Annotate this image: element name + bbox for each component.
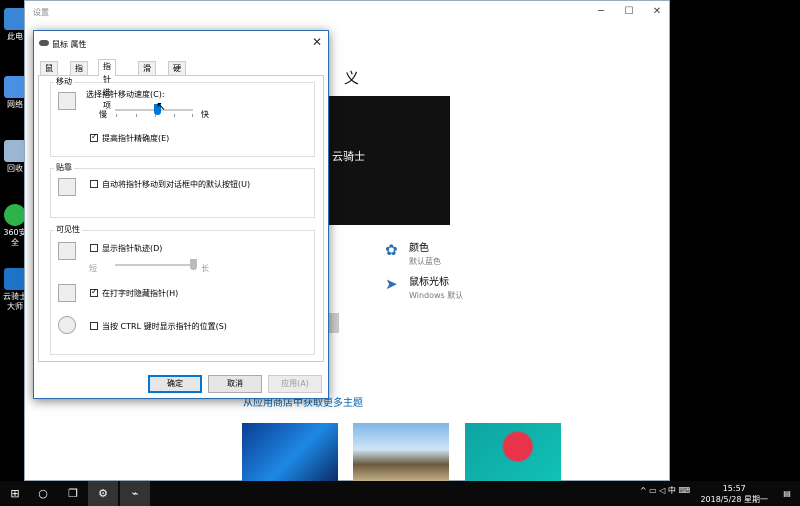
recycle-bin-icon [4,140,26,162]
slider-tick [155,114,156,117]
color-option[interactable]: ✿ 颜色 默认蓝色 [385,239,441,267]
snap-label[interactable]: 自动将指针移动到对话框中的默认按钮(U) [102,179,250,190]
dialog-title: 鼠标 属性 [52,40,87,49]
taskbar: ⊞ ○ ❐ ⚙ ⌁ ^ ▭ ◁ 中 ⌨ 15:57 2018/5/28 星期一 … [0,481,800,506]
tab-hardware[interactable]: 硬件 [168,61,186,86]
pointer-options-panel: 移动 选择指针移动速度(C): 慢 快 提高指针精确度(E) 贴靠 自动将指针移… [38,75,324,362]
desktop-icon-label: 此电 [7,32,23,41]
task-view-icon[interactable]: ❐ [58,481,88,506]
trail-slider-thumb[interactable] [189,259,197,270]
keyboard-icon[interactable]: ⌨ [678,486,690,495]
volume-icon[interactable]: ◁ [659,486,665,495]
pointer-trails-icon [58,242,76,260]
hide-pointer-icon [58,284,76,302]
slider-tick [174,114,175,117]
theme-thumbnail-windows[interactable] [242,423,338,482]
ctrl-show-location-checkbox[interactable] [90,322,98,330]
short-label: 短 [89,264,97,273]
preview-brand: 云骑士 [332,150,365,163]
cancel-button[interactable]: 取消 [208,375,262,393]
minimize-button[interactable]: ─ [587,4,615,20]
close-button[interactable]: ✕ [643,4,671,20]
option-value: Windows 默认 [409,291,464,300]
tab-buttons[interactable]: 鼠标键 [40,61,58,99]
slider-tick [192,114,193,117]
tab-wheel[interactable]: 滑轮 [138,61,156,86]
network-icon[interactable]: ▭ [649,486,657,495]
yunqishi-icon [4,268,26,290]
option-name: 鼠标光标 [409,277,449,288]
mouse-icon [39,40,49,46]
desktop-icon-label: 回收 [7,164,23,173]
hide-while-typing-checkbox[interactable] [90,287,98,297]
snap-group [50,168,315,218]
ctrl-show-location-label[interactable]: 当按 CTRL 键时显示指针的位置(S) [102,321,227,332]
snap-to-icon [58,178,76,196]
apply-button[interactable]: 应用(A) [268,375,322,393]
clock-time: 15:57 [722,484,746,493]
option-name: 颜色 [409,243,429,254]
start-button[interactable]: ⊞ [0,481,30,506]
taskbar-clock[interactable]: 15:57 2018/5/28 星期一 [700,483,768,505]
palette-icon: ✿ [385,241,398,259]
360-security-icon [4,204,26,226]
slider-tick [136,114,137,117]
cursor-option[interactable]: ➤ 鼠标光标 Windows 默认 [385,273,464,301]
settings-titlebar: 设置 ─ ☐ ✕ [25,1,669,23]
trails-checkbox[interactable] [90,244,98,252]
settings-taskbar-icon[interactable]: ⚙ [88,481,118,506]
clock-date: 2018/5/28 星期一 [700,495,768,504]
mouse-cursor-icon: ↖ [156,99,167,113]
speed-label: 选择指针移动速度(C): [86,90,165,99]
tab-pointers[interactable]: 指针 [70,61,88,86]
trails-label[interactable]: 显示指针轨迹(D) [102,243,162,254]
precision-label[interactable]: 提高指针精确度(E) [102,133,169,144]
system-tray: ^ ▭ ◁ 中 ⌨ [640,485,690,496]
ctrl-locate-icon [58,316,76,334]
hide-while-typing-label[interactable]: 在打字时隐藏指针(H) [102,288,178,299]
theme-thumbnail-flower[interactable] [465,423,561,482]
theme-title: 义 [344,69,360,87]
snap-group-label: 贴靠 [54,162,74,173]
trail-slider-track[interactable] [115,264,193,266]
desktop-icon-label: 网络 [7,100,23,109]
ok-button[interactable]: 确定 [148,375,202,393]
snap-checkbox[interactable] [90,180,98,188]
computer-icon [4,8,26,30]
dialog-close-button[interactable]: ✕ [312,35,322,49]
precision-checkbox[interactable] [90,132,98,142]
tab-pointer-options[interactable]: 指针选项 [98,59,116,110]
chevron-up-icon[interactable]: ^ [640,486,647,495]
pointer-speed-icon [58,92,76,110]
option-value: 默认蓝色 [409,257,441,266]
slider-tick [116,114,117,117]
mouse-taskbar-icon[interactable]: ⌁ [120,481,150,506]
input-language[interactable]: 中 [668,486,676,495]
maximize-button[interactable]: ☐ [615,4,643,20]
notification-icon[interactable]: ▤ [774,481,800,506]
motion-group-label: 移动 [54,76,74,87]
theme-preview: 云骑士 [314,96,450,225]
mouse-properties-dialog: 鼠标 属性 ✕ 鼠标键 指针 指针选项 滑轮 硬件 移动 选择指针移动速度(C)… [33,30,329,399]
long-label: 长 [201,264,209,273]
cursor-icon: ➤ [385,275,398,293]
network-icon [4,76,26,98]
fast-label: 快 [201,110,209,119]
settings-title: 设置 [33,8,49,17]
cortana-icon[interactable]: ○ [28,481,58,506]
visibility-group-label: 可见性 [54,224,82,235]
theme-thumbnail-beach[interactable] [353,423,449,482]
